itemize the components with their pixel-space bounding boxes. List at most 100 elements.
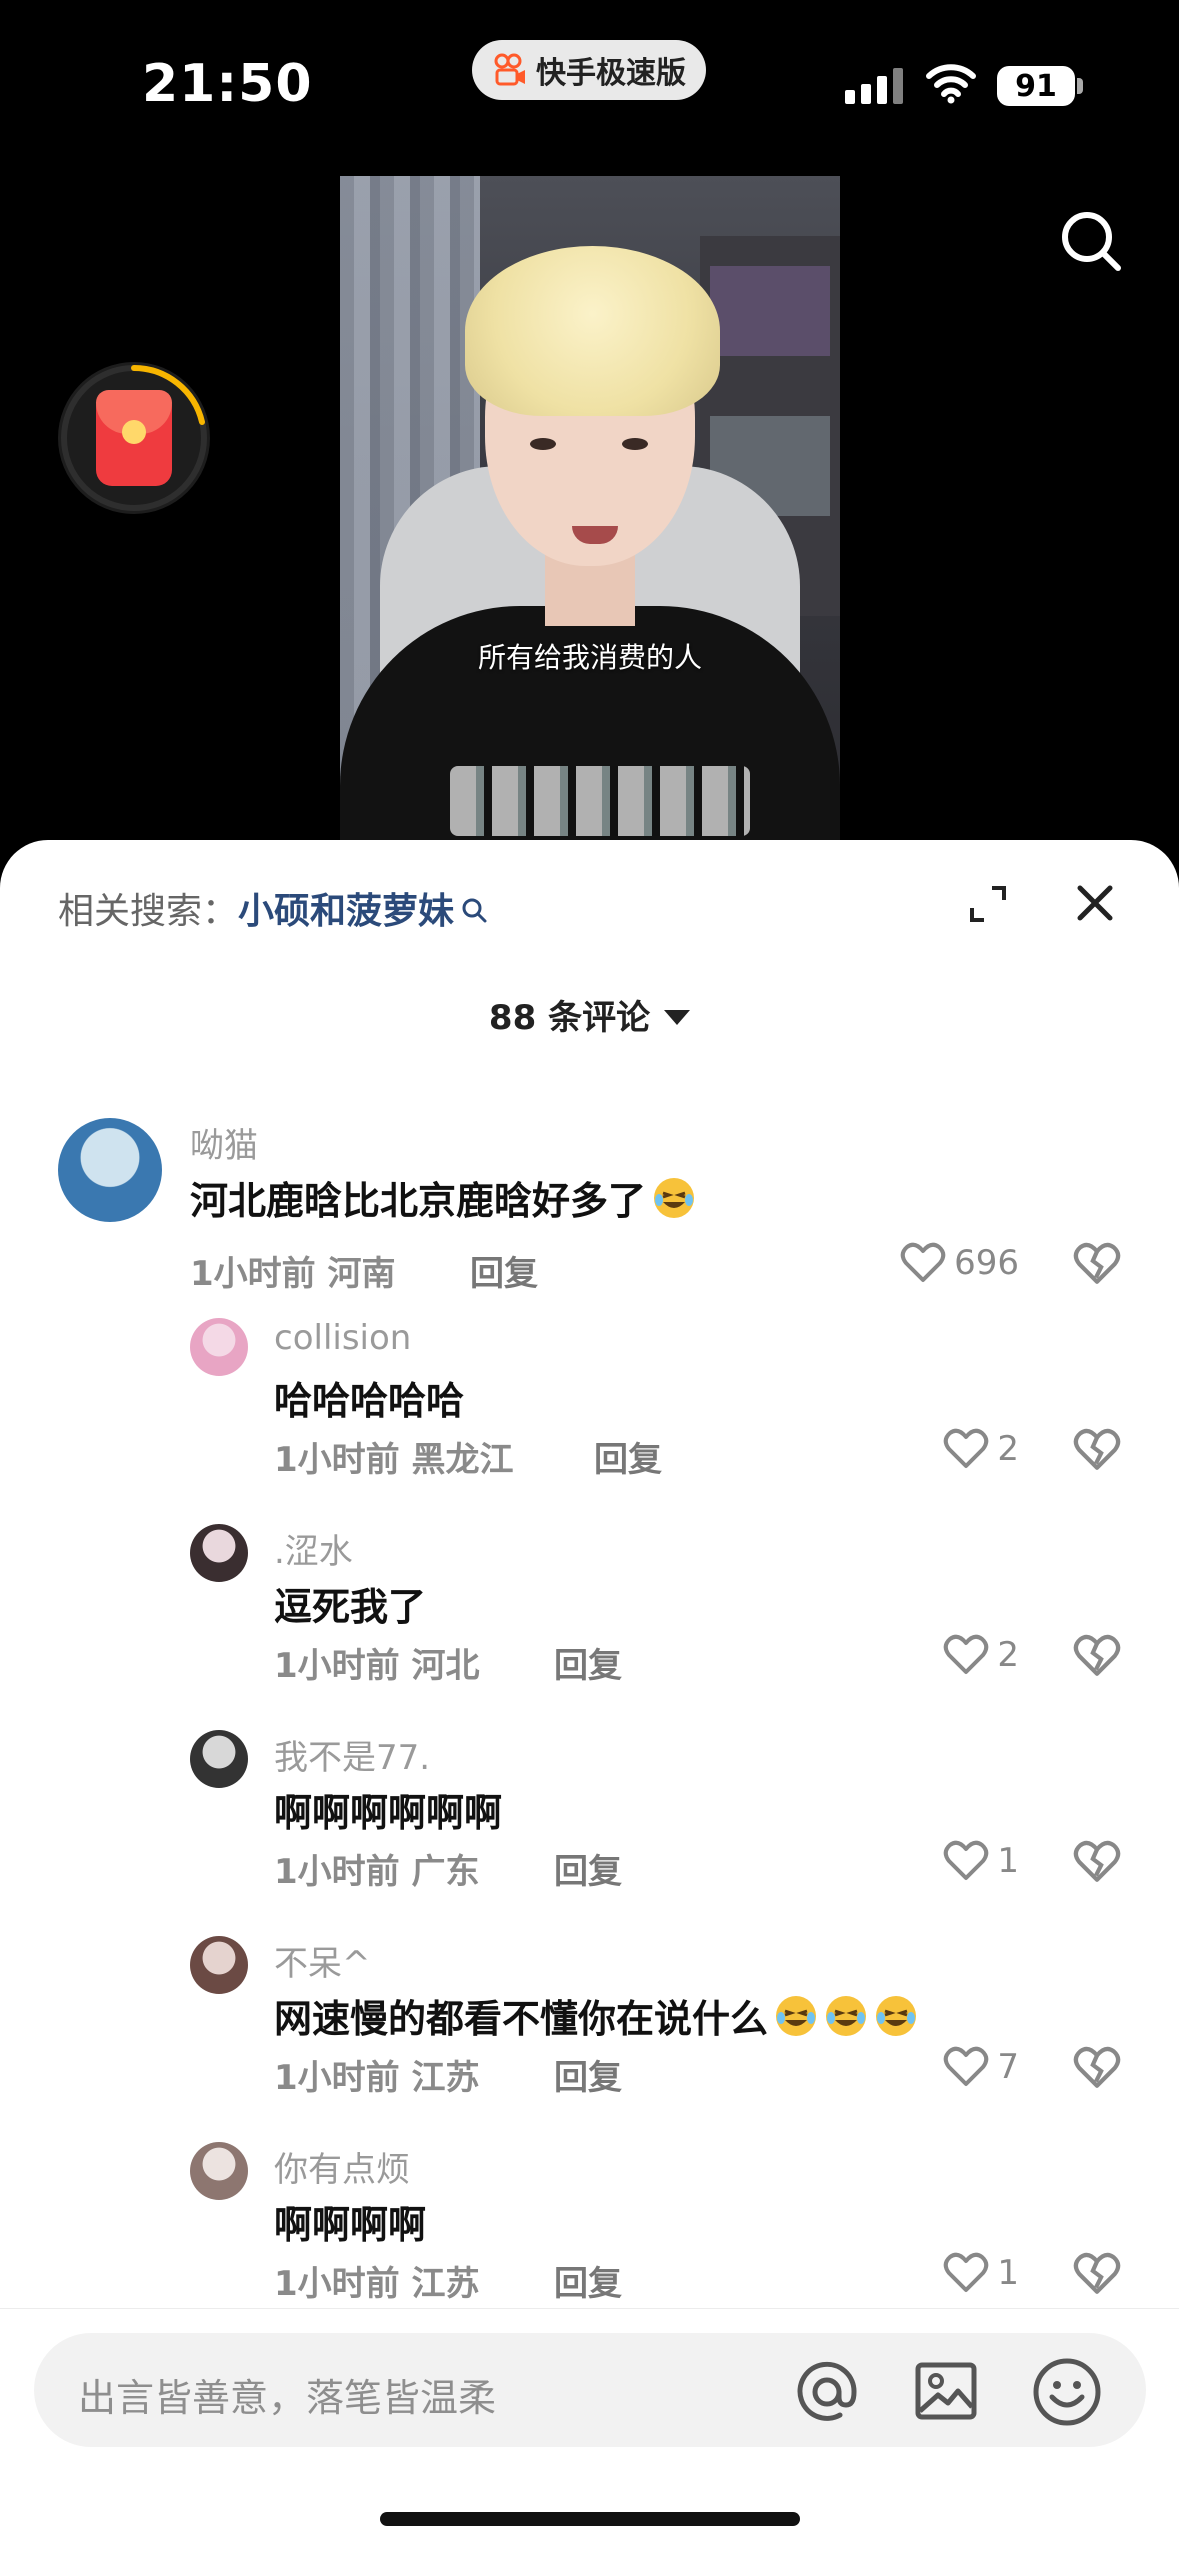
comment-region: 江苏 — [411, 2264, 480, 2304]
meta-spacer — [400, 2058, 412, 2098]
broken-heart-icon[interactable] — [1073, 1428, 1121, 1472]
video-eye-left — [530, 438, 556, 450]
laughing-emoji-icon — [654, 1177, 695, 1218]
red-packet-icon — [96, 390, 172, 486]
avatar[interactable] — [190, 1524, 248, 1582]
wifi-icon — [926, 64, 976, 104]
video-player[interactable]: 所有给我消费的人 — [340, 176, 840, 856]
avatar[interactable] — [190, 2142, 248, 2200]
reply-button[interactable]: 回复 — [554, 1638, 622, 1687]
comment-item[interactable]: 我不是77. 啊啊啊啊啊啊 1小时前 广东 回复 1 — [0, 1730, 1179, 1930]
avatar[interactable] — [58, 1118, 162, 1222]
avatar[interactable] — [190, 1730, 248, 1788]
video-shirt-print — [450, 766, 750, 836]
like-button[interactable]: 696 — [900, 1242, 1019, 1284]
comment-meta: 1小时前 江苏 — [274, 2256, 480, 2305]
image-icon[interactable] — [914, 2361, 978, 2421]
comment-item[interactable]: 呦猫 河北鹿晗比北京鹿晗好多了 1小时前 河南 回复 696 — [0, 1118, 1179, 1318]
kuaishou-logo-icon — [494, 53, 525, 86]
app-badge-label: 快手极速版 — [536, 56, 686, 91]
broken-heart-icon[interactable] — [1073, 1840, 1121, 1884]
heart-icon[interactable] — [943, 1840, 989, 1882]
comment-text-content: 网速慢的都看不懂你在说什么 — [274, 1997, 769, 2041]
comment-username[interactable]: .涩水 — [274, 1524, 353, 1573]
comment-text: 啊啊啊啊啊啊 — [274, 1782, 502, 1837]
broken-heart-icon[interactable] — [1073, 1242, 1121, 1286]
comment-text-content: 啊啊啊啊 — [274, 2203, 427, 2247]
close-icon[interactable] — [1076, 884, 1114, 922]
comment-meta: 1小时前 河北 — [274, 1638, 480, 1687]
heart-icon[interactable] — [943, 1428, 989, 1470]
meta-spacer — [400, 2264, 412, 2304]
like-button[interactable]: 2 — [943, 1428, 1019, 1470]
comment-username[interactable]: 你有点烦 — [274, 2142, 410, 2191]
comment-sheet: 相关搜索： 小硕和菠萝妹 88 条评论 呦猫 河北鹿晗比北京鹿晗好多了 1小时前 河… — [0, 840, 1179, 2556]
video-hair — [465, 246, 720, 416]
reply-button[interactable]: 回复 — [554, 2050, 622, 2099]
comment-count[interactable]: 88 条评论 — [0, 990, 1179, 1039]
heart-icon[interactable] — [943, 1634, 989, 1676]
comment-meta: 1小时前 江苏 — [274, 2050, 480, 2099]
comment-text: 哈哈哈哈哈 — [274, 1370, 464, 1425]
search-icon[interactable] — [1058, 208, 1124, 274]
comment-text: 网速慢的都看不懂你在说什么 — [274, 1988, 918, 2043]
comment-username[interactable]: 不呆^ — [274, 1936, 371, 1985]
like-button[interactable]: 2 — [943, 1634, 1019, 1676]
reply-button[interactable]: 回复 — [554, 1844, 622, 1893]
related-search-term[interactable]: 小硕和菠萝妹 — [238, 882, 454, 934]
comment-username[interactable]: collision — [274, 1318, 411, 1358]
like-count: 1 — [997, 1841, 1019, 1881]
comment-item[interactable]: 不呆^ 网速慢的都看不懂你在说什么 1小时前 江苏 回复 7 — [0, 1936, 1179, 2136]
comment-time: 1小时前 — [274, 2058, 400, 2098]
meta-spacer — [400, 1440, 412, 1480]
battery-indicator: 91 — [997, 66, 1075, 106]
cellular-signal-icon — [845, 68, 903, 104]
comment-region: 河南 — [327, 1254, 396, 1294]
comment-region: 河北 — [411, 1646, 480, 1686]
smile-icon[interactable] — [1032, 2357, 1102, 2427]
comment-input[interactable]: 出言皆善意，落笔皆温柔 — [34, 2333, 1146, 2447]
like-button[interactable]: 1 — [943, 2252, 1019, 2294]
heart-icon[interactable] — [943, 2046, 989, 2088]
comment-item[interactable]: collision 哈哈哈哈哈 1小时前 黑龙江 回复 2 — [0, 1318, 1179, 1518]
like-count: 696 — [954, 1243, 1019, 1283]
comment-region: 江苏 — [411, 2058, 480, 2098]
related-search-label: 相关搜索： — [58, 891, 239, 932]
comment-text-content: 哈哈哈哈哈 — [274, 1379, 465, 1423]
comment-time: 1小时前 — [274, 1440, 400, 1480]
red-packet-button[interactable] — [58, 362, 210, 514]
avatar[interactable] — [190, 1318, 248, 1376]
reply-button[interactable]: 回复 — [594, 1432, 662, 1481]
laughing-emoji-icon — [776, 1995, 817, 2036]
broken-heart-icon[interactable] — [1073, 1634, 1121, 1678]
broken-heart-icon[interactable] — [1073, 2252, 1121, 2296]
comment-meta: 1小时前 河南 — [190, 1246, 396, 1295]
laughing-emoji-icon — [826, 1995, 867, 2036]
like-count: 1 — [997, 2253, 1019, 2293]
like-button[interactable]: 7 — [943, 2046, 1019, 2088]
comment-username[interactable]: 呦猫 — [190, 1118, 258, 1167]
comment-region: 广东 — [411, 1852, 480, 1892]
heart-icon[interactable] — [943, 2252, 989, 2294]
comment-username[interactable]: 我不是77. — [274, 1730, 430, 1779]
broken-heart-icon[interactable] — [1073, 2046, 1121, 2090]
like-count: 7 — [997, 2047, 1019, 2087]
expand-icon[interactable] — [968, 884, 1008, 924]
app-badge[interactable]: 快手极速版 — [472, 40, 706, 100]
comment-region: 黑龙江 — [411, 1440, 514, 1480]
like-button[interactable]: 1 — [943, 1840, 1019, 1882]
comment-item[interactable]: .涩水逗死我了 1小时前 河北 回复 2 — [0, 1524, 1179, 1724]
heart-icon[interactable] — [900, 1242, 946, 1284]
avatar[interactable] — [190, 1936, 248, 1994]
comment-time: 1小时前 — [274, 2264, 400, 2304]
battery-nub — [1077, 78, 1083, 94]
reply-button[interactable]: 回复 — [554, 2256, 622, 2305]
like-count: 2 — [997, 1429, 1019, 1469]
home-indicator[interactable] — [380, 2512, 800, 2526]
comment-text-content: 逗死我了 — [274, 1585, 427, 1629]
related-search[interactable]: 相关搜索： 小硕和菠萝妹 — [58, 882, 488, 934]
comment-meta: 1小时前 广东 — [274, 1844, 480, 1893]
reply-button[interactable]: 回复 — [470, 1246, 538, 1295]
at-icon[interactable] — [794, 2359, 860, 2425]
meta-spacer — [316, 1254, 328, 1294]
